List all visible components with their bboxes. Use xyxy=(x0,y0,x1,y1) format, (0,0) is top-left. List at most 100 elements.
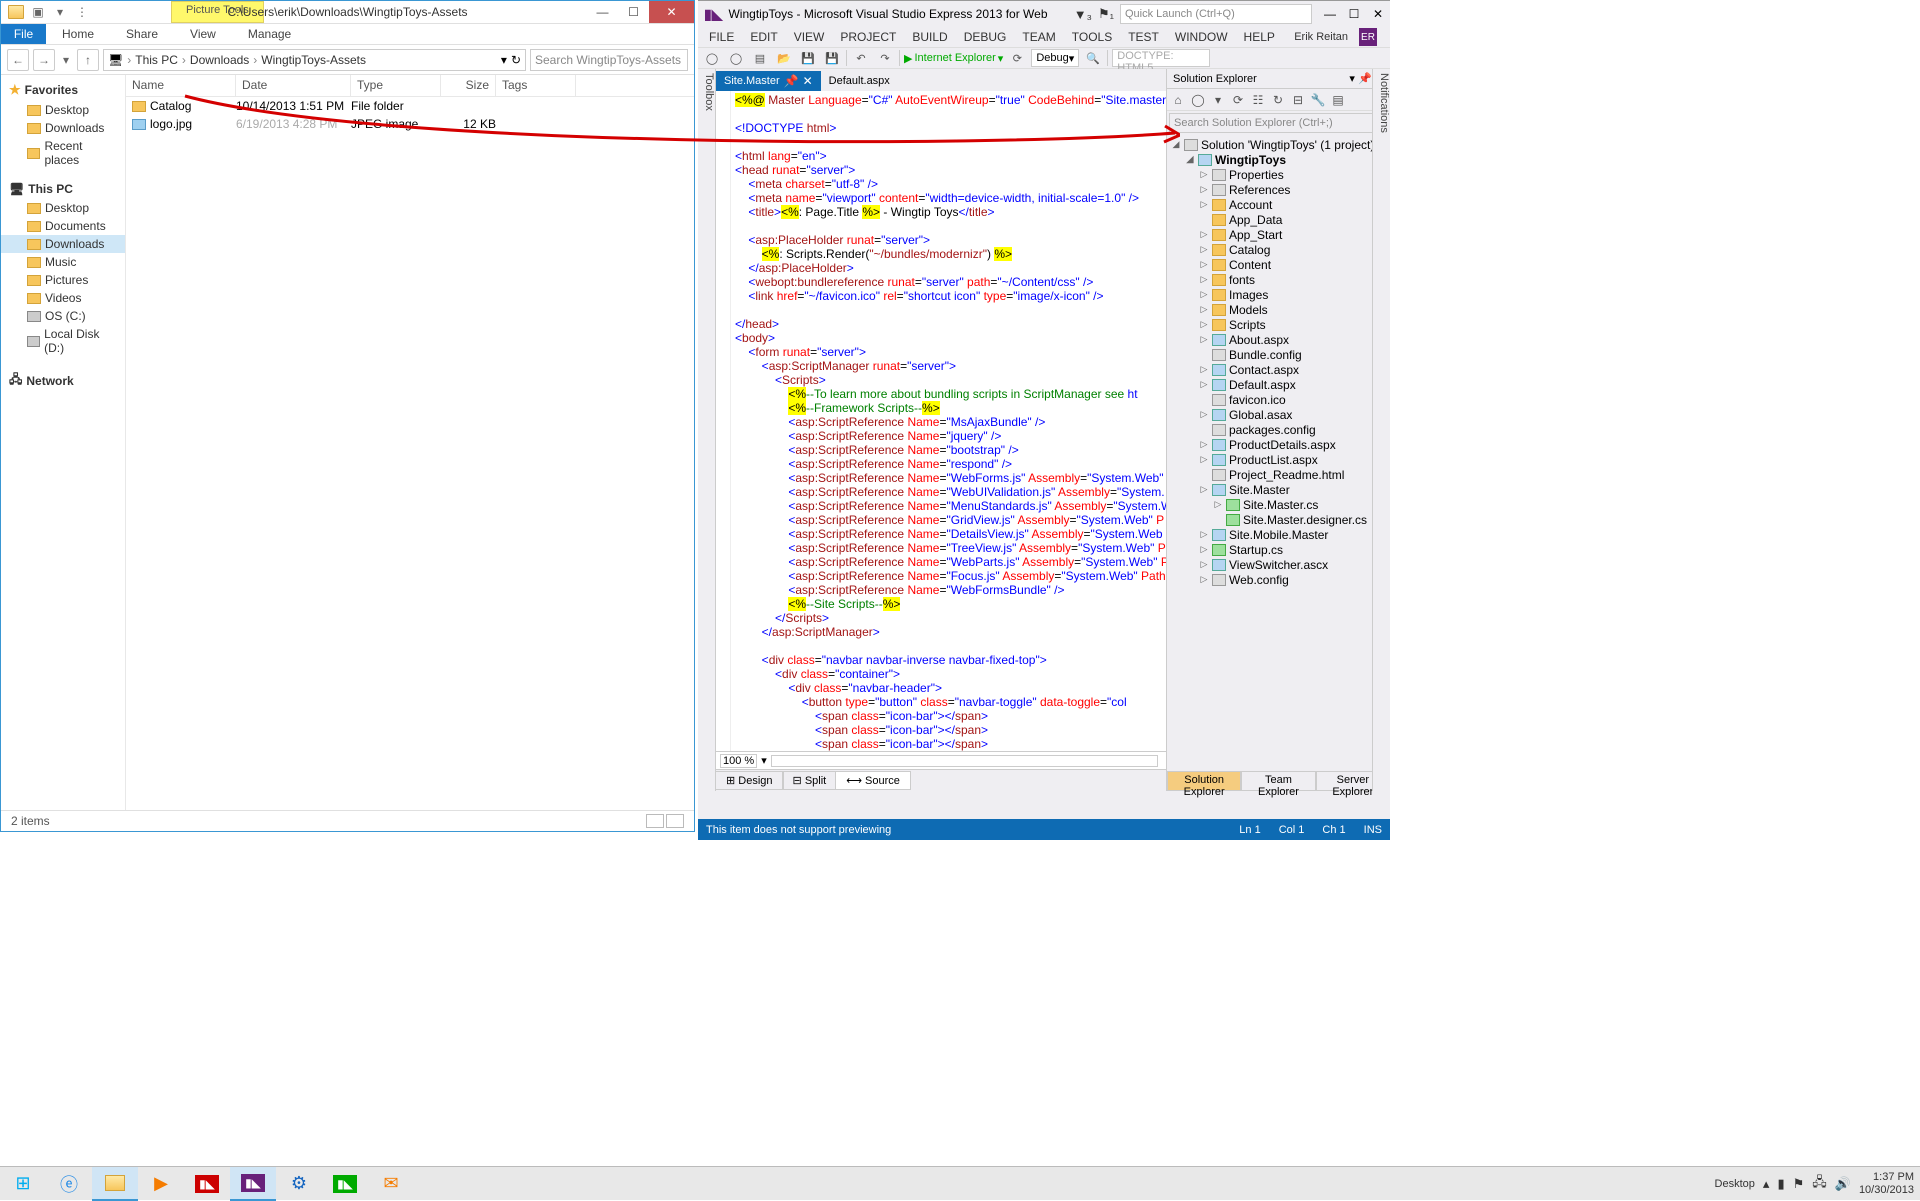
start-debug-button[interactable]: ▶ Internet Explorer ▾ xyxy=(904,52,1003,65)
notifications-panel-tab[interactable]: Notifications xyxy=(1372,69,1390,791)
up-button[interactable]: ↑ xyxy=(77,49,99,71)
menu-file[interactable]: FILE xyxy=(702,30,741,44)
crumb-assets[interactable]: WingtipToys-Assets xyxy=(261,53,366,67)
close-button[interactable]: ✕ xyxy=(649,1,694,23)
split-tab[interactable]: ⊟ Split xyxy=(782,771,838,790)
properties-icon[interactable]: ▣ xyxy=(29,3,47,21)
horizontal-scrollbar[interactable] xyxy=(771,755,1158,767)
tray-volume-icon[interactable]: 🔊 xyxy=(1835,1176,1851,1192)
browser-link-button[interactable]: ⟳ xyxy=(1007,49,1027,67)
tree-node[interactable]: ▷Site.Master.cs xyxy=(1167,497,1390,512)
nav-pc-os[interactable]: OS (C:) xyxy=(1,307,125,325)
tree-node[interactable]: ▷Global.asax xyxy=(1167,407,1390,422)
source-tab[interactable]: ⟷ Source xyxy=(835,771,911,790)
tree-node[interactable]: ▷ProductList.aspx xyxy=(1167,452,1390,467)
tree-node[interactable]: ▷Startup.cs xyxy=(1167,542,1390,557)
open-file-button[interactable]: 📂 xyxy=(774,49,794,67)
minimize-button[interactable]: — xyxy=(587,1,618,23)
qat-more-icon[interactable]: ⋮ xyxy=(73,3,91,21)
taskbar-email[interactable]: ✉ xyxy=(368,1167,414,1201)
ribbon-home[interactable]: Home xyxy=(46,24,110,44)
solution-search-input[interactable]: Search Solution Explorer (Ctrl+;) xyxy=(1169,113,1388,133)
sync-button[interactable]: ⟳ xyxy=(1229,93,1247,107)
outline-margin[interactable] xyxy=(716,91,731,751)
search-input[interactable]: Search WingtipToys-Assets xyxy=(530,49,688,71)
tree-node[interactable]: ▷Scripts xyxy=(1167,317,1390,332)
config-dropdown[interactable]: Debug ▾ xyxy=(1031,49,1079,67)
close-icon[interactable]: ✕ xyxy=(803,74,813,88)
menu-team[interactable]: TEAM xyxy=(1015,30,1062,44)
tree-node[interactable]: ▷Web.config xyxy=(1167,572,1390,587)
nav-pc-music[interactable]: Music xyxy=(1,253,125,271)
addr-dropdown-icon[interactable]: ▾ xyxy=(501,53,507,67)
design-tab[interactable]: ⊞ Design xyxy=(715,771,784,790)
taskbar-explorer[interactable] xyxy=(92,1167,138,1201)
tree-node[interactable]: ▷Contact.aspx xyxy=(1167,362,1390,377)
nav-this-pc-header[interactable]: 🖥This PC xyxy=(1,179,125,199)
save-button[interactable]: 💾 xyxy=(798,49,818,67)
tree-node[interactable]: ▷Catalog xyxy=(1167,242,1390,257)
signin-area[interactable]: Erik Reitan ER xyxy=(1280,28,1384,46)
find-button[interactable]: 🔍 xyxy=(1083,49,1103,67)
tab-site-master[interactable]: Site.Master📌✕ xyxy=(716,71,821,91)
tree-node[interactable]: ▷Properties xyxy=(1167,167,1390,182)
showall-button[interactable]: ☷ xyxy=(1249,93,1267,107)
recent-locations-button[interactable]: ▾ xyxy=(59,49,73,71)
notifications-flag-icon[interactable]: ⚑₁ xyxy=(1098,6,1114,22)
tree-node[interactable]: ▷References xyxy=(1167,182,1390,197)
vs-minimize-button[interactable]: — xyxy=(1318,4,1342,24)
ribbon-manage[interactable]: Manage xyxy=(232,24,307,44)
solution-tree[interactable]: ◢Solution 'WingtipToys' (1 project)◢Wing… xyxy=(1167,135,1390,771)
tree-node[interactable]: ▷ProductDetails.aspx xyxy=(1167,437,1390,452)
tree-node[interactable]: favicon.ico xyxy=(1167,392,1390,407)
back-button[interactable]: ← xyxy=(7,49,29,71)
feedback-icon[interactable]: ▼₃ xyxy=(1074,7,1092,22)
refresh-button[interactable]: ↻ xyxy=(511,53,521,67)
tab-team-explorer[interactable]: Team Explorer xyxy=(1241,771,1315,791)
nav-network-header[interactable]: 🖧Network xyxy=(1,367,125,394)
nav-back-button[interactable]: ◯ xyxy=(702,49,722,67)
address-breadcrumb[interactable]: 🖥› This PC› Downloads› WingtipToys-Asset… xyxy=(103,49,526,71)
tree-node[interactable]: Project_Readme.html xyxy=(1167,467,1390,482)
file-row-logo[interactable]: logo.jpg 6/19/2013 4:28 PM JPEG image 12… xyxy=(126,115,694,133)
tree-node[interactable]: ▷Default.aspx xyxy=(1167,377,1390,392)
details-view-button[interactable] xyxy=(646,814,664,828)
doctype-dropdown[interactable]: DOCTYPE: HTML5 xyxy=(1112,49,1210,67)
nav-fwd-button[interactable]: ◯ xyxy=(726,49,746,67)
tab-solution-explorer[interactable]: Solution Explorer xyxy=(1167,771,1241,791)
save-all-button[interactable]: 💾 xyxy=(822,49,842,67)
crumb-downloads[interactable]: Downloads xyxy=(190,53,249,67)
nav-pc-documents[interactable]: Documents xyxy=(1,217,125,235)
back-button[interactable]: ◯ xyxy=(1189,93,1207,107)
nav-favorites-header[interactable]: ★Favorites xyxy=(1,79,125,101)
taskbar-vs2013[interactable]: ▮◣ xyxy=(230,1167,276,1201)
pin-icon[interactable]: 📌 xyxy=(784,74,799,88)
ribbon-view[interactable]: View xyxy=(174,24,232,44)
nav-pc-videos[interactable]: Videos xyxy=(1,289,125,307)
thumb-view-button[interactable] xyxy=(666,814,684,828)
tree-project[interactable]: ◢WingtipToys xyxy=(1167,152,1390,167)
tree-node[interactable]: ▷App_Start xyxy=(1167,227,1390,242)
home-button[interactable]: ⌂ xyxy=(1169,93,1187,107)
tray-clock[interactable]: 1:37 PM 10/30/2013 xyxy=(1859,1171,1914,1197)
tree-node[interactable]: ▷Images xyxy=(1167,287,1390,302)
file-row-catalog[interactable]: Catalog 10/14/2013 1:51 PM File folder xyxy=(126,97,694,115)
taskbar-media-player[interactable]: ▶ xyxy=(138,1167,184,1201)
vs-maximize-button[interactable]: ☐ xyxy=(1342,4,1366,24)
solution-explorer-header[interactable]: Solution Explorer ▾ 📌 ✕ xyxy=(1167,69,1390,89)
ribbon-share[interactable]: Share xyxy=(110,24,174,44)
tray-network-icon[interactable]: 🖧 xyxy=(1812,1173,1827,1195)
tree-solution-root[interactable]: ◢Solution 'WingtipToys' (1 project) xyxy=(1167,137,1390,152)
menu-help[interactable]: HELP xyxy=(1237,30,1282,44)
nav-pc-disk-d[interactable]: Local Disk (D:) xyxy=(1,325,125,357)
nav-pc-downloads[interactable]: Downloads xyxy=(1,235,125,253)
taskbar-ie[interactable]: ⓔ xyxy=(46,1167,92,1201)
taskbar-vs2012[interactable]: ▮◣ xyxy=(184,1167,230,1201)
new-folder-icon[interactable]: ▾ xyxy=(51,3,69,21)
tray-flag-icon[interactable]: ⚑ xyxy=(1793,1176,1805,1192)
menu-debug[interactable]: DEBUG xyxy=(957,30,1014,44)
collapse-button[interactable]: ⊟ xyxy=(1289,93,1307,107)
vs-close-button[interactable]: ✕ xyxy=(1366,4,1390,24)
preview-button[interactable]: ▤ xyxy=(1329,93,1347,107)
tree-node[interactable]: ▷About.aspx xyxy=(1167,332,1390,347)
